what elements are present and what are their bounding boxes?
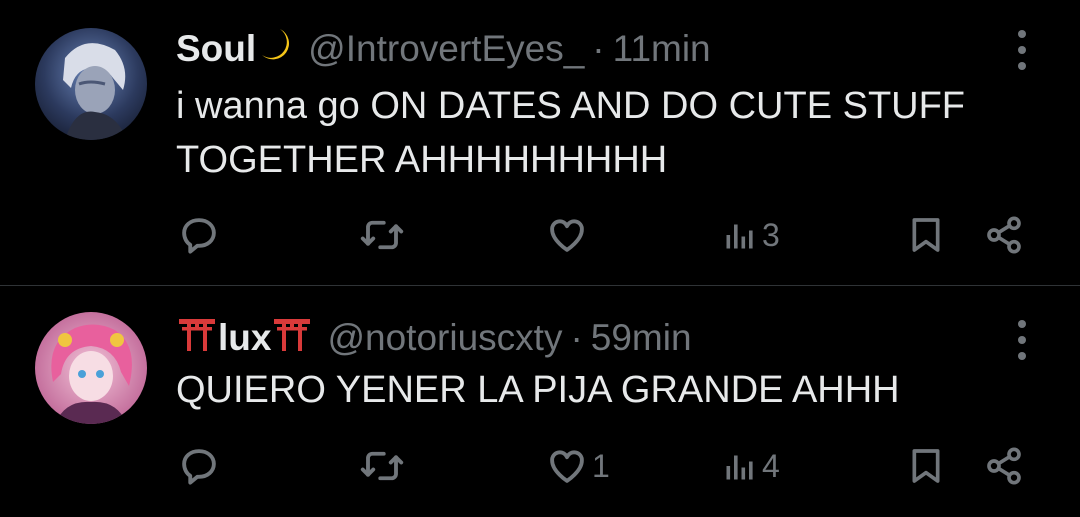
- crescent-moon-icon: [258, 27, 292, 72]
- action-bar: 1 4: [0, 441, 1080, 491]
- timestamp[interactable]: 59min: [591, 317, 692, 359]
- separator: ·: [592, 28, 605, 69]
- tweet-text: i wanna go ON DATES AND DO CUTE STUFF TO…: [176, 85, 966, 181]
- reply-button[interactable]: [178, 210, 224, 260]
- handle[interactable]: @notoriuscxty: [327, 317, 562, 359]
- reply-icon: [178, 445, 220, 487]
- share-button[interactable]: [984, 441, 1024, 491]
- like-count: 1: [592, 447, 610, 484]
- avatar[interactable]: [35, 312, 147, 424]
- like-button[interactable]: 1: [546, 441, 610, 491]
- retweet-icon: [359, 445, 405, 487]
- views-button[interactable]: 4: [722, 441, 780, 491]
- views-count: 4: [762, 447, 780, 484]
- tweet[interactable]: Soul @IntrovertEyes_ · 11min i wanna go …: [0, 0, 1080, 285]
- shinto-shrine-icon: [178, 316, 216, 361]
- display-name-text[interactable]: Soul: [176, 28, 256, 70]
- bookmark-icon: [906, 214, 946, 256]
- shinto-shrine-icon: [273, 316, 311, 361]
- views-button[interactable]: 3: [722, 210, 780, 260]
- retweet-button[interactable]: [359, 210, 409, 260]
- views-chart-icon: [722, 448, 758, 484]
- separator: ·: [570, 317, 583, 358]
- bookmark-icon: [906, 445, 946, 487]
- share-button[interactable]: [984, 210, 1024, 260]
- bookmark-button[interactable]: [906, 210, 946, 260]
- tweet-header: Soul @IntrovertEyes_ · 11min: [176, 27, 711, 71]
- like-button[interactable]: [546, 210, 592, 260]
- tweet-text: QUIERO YENER LA PIJA GRANDE AHHH: [176, 369, 900, 411]
- action-bar: 3: [0, 210, 1080, 260]
- share-icon: [984, 446, 1024, 486]
- more-options-icon[interactable]: [1016, 320, 1028, 360]
- handle[interactable]: @IntrovertEyes_: [308, 28, 584, 70]
- timestamp[interactable]: 11min: [613, 28, 711, 70]
- heart-icon: [546, 214, 588, 256]
- views-chart-icon: [722, 217, 758, 253]
- heart-icon: [546, 445, 588, 487]
- views-count: 3: [762, 216, 780, 253]
- share-icon: [984, 215, 1024, 255]
- bookmark-button[interactable]: [906, 441, 946, 491]
- tweet-header: lux @notoriuscxty · 59min: [176, 316, 692, 360]
- avatar[interactable]: [35, 28, 147, 140]
- retweet-icon: [359, 214, 405, 256]
- reply-button[interactable]: [178, 441, 224, 491]
- retweet-button[interactable]: [359, 441, 409, 491]
- more-options-icon[interactable]: [1016, 30, 1028, 70]
- tweet[interactable]: lux @notoriuscxty · 59min QUIERO YENER L…: [0, 286, 1080, 517]
- display-name-text[interactable]: lux: [218, 317, 271, 359]
- reply-icon: [178, 214, 220, 256]
- display-name[interactable]: Soul: [176, 27, 294, 72]
- display-name[interactable]: lux: [176, 316, 313, 361]
